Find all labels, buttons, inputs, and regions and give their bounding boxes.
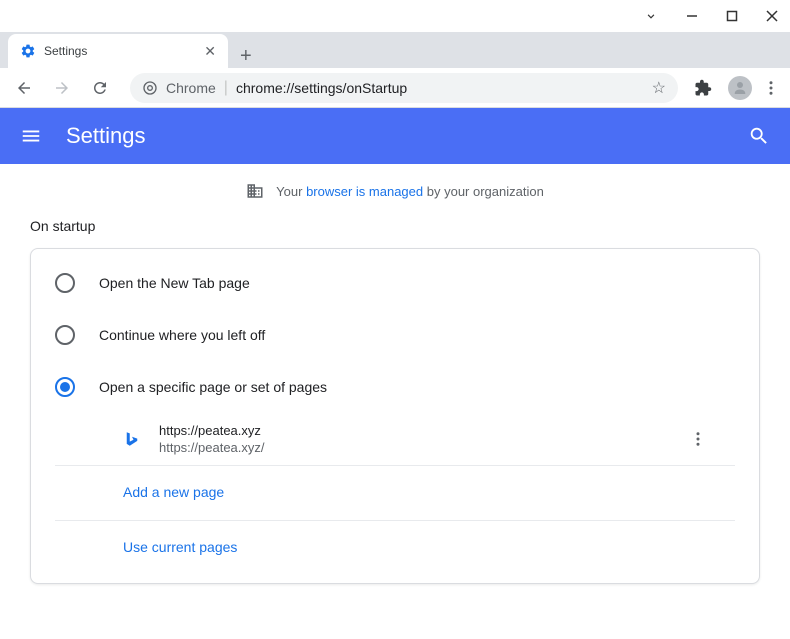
- radio-icon[interactable]: [55, 273, 75, 293]
- address-bar[interactable]: Chrome | chrome://settings/onStartup ☆: [130, 73, 678, 103]
- bing-favicon-icon: [123, 430, 141, 448]
- hamburger-icon[interactable]: [20, 125, 42, 147]
- maximize-button[interactable]: [726, 10, 738, 22]
- tab-title: Settings: [44, 44, 196, 58]
- page-menu-kebab-icon[interactable]: [685, 426, 711, 452]
- use-current-link[interactable]: Use current pages: [123, 539, 237, 555]
- extensions-icon[interactable]: [694, 79, 718, 97]
- gear-icon: [20, 43, 36, 59]
- menu-kebab-icon[interactable]: [762, 79, 780, 97]
- profile-avatar[interactable]: [728, 76, 752, 100]
- settings-header: Settings: [0, 108, 790, 164]
- option-label: Open the New Tab page: [99, 275, 250, 291]
- managed-text: Your browser is managed by your organiza…: [276, 184, 544, 199]
- option-specific[interactable]: Open a specific page or set of pages: [31, 361, 759, 413]
- option-new-tab[interactable]: Open the New Tab page: [31, 257, 759, 309]
- new-tab-button[interactable]: +: [228, 45, 264, 68]
- chrome-icon: [142, 80, 158, 96]
- use-current-row[interactable]: Use current pages: [55, 521, 735, 575]
- minimize-button[interactable]: [686, 10, 698, 22]
- search-icon[interactable]: [748, 125, 770, 147]
- page-name: https://peatea.xyz: [159, 423, 685, 438]
- page-texts: https://peatea.xyz https://peatea.xyz/: [159, 423, 685, 455]
- omnibox-url: chrome://settings/onStartup: [236, 80, 407, 96]
- close-button[interactable]: [766, 10, 778, 22]
- section-title: On startup: [30, 218, 760, 234]
- omnibox-prefix: Chrome: [166, 80, 216, 96]
- window-controls: [0, 0, 790, 32]
- back-button[interactable]: [10, 74, 38, 102]
- building-icon: [246, 182, 264, 200]
- settings-header-title: Settings: [66, 123, 146, 149]
- option-label: Continue where you left off: [99, 327, 265, 343]
- option-label: Open a specific page or set of pages: [99, 379, 327, 395]
- omnibox-divider: |: [224, 79, 228, 97]
- tab-settings[interactable]: Settings ✕: [8, 34, 228, 68]
- tab-strip: Settings ✕ +: [0, 32, 790, 68]
- startup-card: Open the New Tab page Continue where you…: [30, 248, 760, 584]
- toolbar: Chrome | chrome://settings/onStartup ☆: [0, 68, 790, 108]
- option-continue[interactable]: Continue where you left off: [31, 309, 759, 361]
- radio-icon[interactable]: [55, 325, 75, 345]
- bookmark-star-icon[interactable]: ☆: [652, 78, 666, 98]
- chevron-down-icon[interactable]: [644, 9, 658, 23]
- managed-banner: Your browser is managed by your organiza…: [0, 164, 790, 218]
- content: On startup Open the New Tab page Continu…: [0, 218, 790, 584]
- reload-button[interactable]: [86, 74, 114, 102]
- tab-close-icon[interactable]: ✕: [204, 43, 216, 60]
- radio-icon[interactable]: [55, 377, 75, 397]
- add-page-link[interactable]: Add a new page: [123, 484, 224, 500]
- add-page-row[interactable]: Add a new page: [55, 466, 735, 521]
- forward-button[interactable]: [48, 74, 76, 102]
- startup-page-entry: https://peatea.xyz https://peatea.xyz/: [55, 413, 735, 466]
- page-url: https://peatea.xyz/: [159, 440, 685, 455]
- managed-link[interactable]: browser is managed: [306, 184, 423, 199]
